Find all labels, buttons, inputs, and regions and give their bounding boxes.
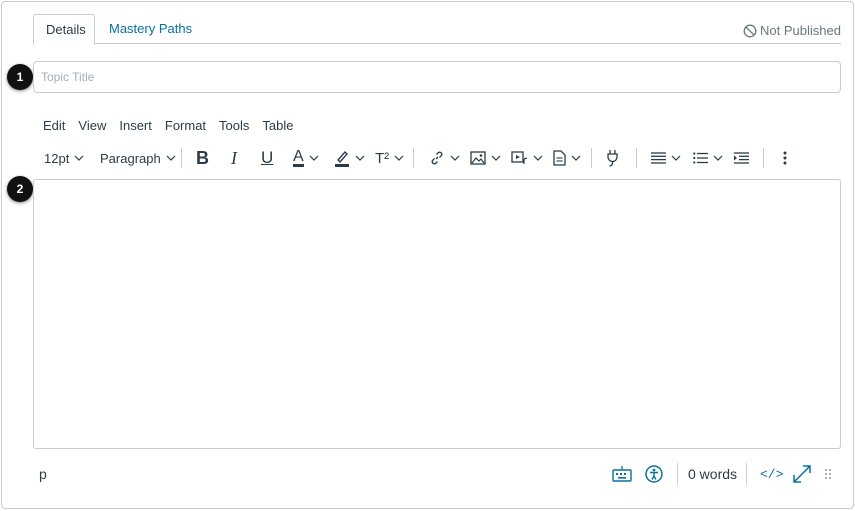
- callout-badge-2: 2: [7, 176, 33, 202]
- chevron-down-icon: [450, 155, 460, 161]
- statusbar-divider: [677, 463, 678, 485]
- statusbar-divider: [746, 463, 747, 485]
- chevron-down-icon: [74, 155, 84, 161]
- chevron-down-icon: [571, 155, 581, 161]
- chevron-down-icon: [533, 155, 543, 161]
- media-button[interactable]: [511, 146, 543, 170]
- document-button[interactable]: [553, 146, 581, 170]
- more-vertical-icon: [783, 151, 787, 165]
- link-icon: [431, 151, 443, 165]
- toolbar-divider: [636, 148, 637, 168]
- rich-content-editor-area[interactable]: [33, 179, 841, 449]
- fullscreen-button[interactable]: [792, 462, 812, 486]
- accessibility-icon: [645, 465, 663, 483]
- toolbar-divider: [591, 148, 592, 168]
- menu-edit[interactable]: Edit: [43, 118, 65, 133]
- chevron-down-icon: [491, 155, 501, 161]
- image-icon: [470, 151, 486, 165]
- chevron-down-icon: [166, 155, 176, 161]
- text-color-button[interactable]: A: [293, 146, 319, 170]
- not-published-icon: [743, 24, 757, 37]
- plug-icon: [607, 150, 618, 167]
- font-size-dropdown[interactable]: 12pt: [44, 146, 84, 170]
- tab-details[interactable]: Details: [33, 14, 95, 45]
- chevron-down-icon: [355, 155, 365, 161]
- editor-menubar: Edit View Insert Format Tools Table: [43, 118, 293, 133]
- more-options-button[interactable]: [783, 146, 787, 170]
- chevron-down-icon: [309, 155, 319, 161]
- publish-status: Not Published: [743, 23, 841, 38]
- resize-handle[interactable]: [825, 462, 831, 486]
- toolbar-divider: [181, 148, 182, 168]
- code-icon: </>: [760, 466, 784, 482]
- keyboard-icon: [612, 466, 632, 482]
- highlighter-icon: [335, 150, 349, 167]
- image-button[interactable]: [470, 146, 501, 170]
- word-count[interactable]: 0 words: [688, 462, 737, 486]
- font-size-value: 12pt: [44, 150, 70, 166]
- document-icon: [553, 150, 566, 166]
- highlight-color-button[interactable]: [334, 146, 365, 170]
- menu-insert[interactable]: Insert: [119, 118, 152, 133]
- italic-button[interactable]: I: [231, 146, 237, 170]
- text-color-icon: A: [293, 148, 304, 167]
- bold-button[interactable]: B: [196, 146, 209, 170]
- menu-format[interactable]: Format: [165, 118, 206, 133]
- apps-button[interactable]: [605, 146, 621, 170]
- accessibility-checker-button[interactable]: [645, 462, 663, 486]
- underline-button[interactable]: U: [261, 146, 273, 170]
- toolbar-divider: [413, 148, 414, 168]
- callout-badge-1: 1: [7, 64, 33, 90]
- link-button[interactable]: [429, 146, 460, 170]
- block-format-dropdown[interactable]: Paragraph: [100, 146, 176, 170]
- editor-statusbar: p 0 words </>: [33, 462, 841, 486]
- indent-button[interactable]: [734, 146, 749, 170]
- chevron-down-icon: [713, 155, 723, 161]
- bulleted-list-icon: [693, 152, 708, 164]
- tab-bar: Details Mastery Paths: [33, 14, 841, 45]
- list-button[interactable]: [693, 146, 723, 170]
- keyboard-shortcuts-button[interactable]: [612, 462, 632, 486]
- html-editor-toggle[interactable]: </>: [760, 462, 783, 486]
- align-left-icon: [651, 152, 666, 164]
- expand-icon: [793, 465, 811, 483]
- topic-title-input[interactable]: [33, 61, 841, 93]
- tab-mastery-paths[interactable]: Mastery Paths: [97, 14, 204, 44]
- indent-icon: [734, 152, 749, 164]
- publish-status-label: Not Published: [760, 23, 841, 38]
- element-path[interactable]: p: [39, 466, 47, 482]
- superscript-icon: T²: [375, 149, 390, 167]
- media-icon: [511, 151, 528, 164]
- toolbar-divider: [763, 148, 764, 168]
- word-count-label: 0 words: [688, 466, 738, 482]
- drag-grip-icon: [825, 469, 831, 479]
- menu-table[interactable]: Table: [262, 118, 293, 133]
- editor-toolbar: 12pt Paragraph B I U A T²: [44, 146, 844, 170]
- menu-view[interactable]: View: [78, 118, 106, 133]
- align-button[interactable]: [651, 146, 681, 170]
- block-format-value: Paragraph: [100, 150, 161, 166]
- menu-tools[interactable]: Tools: [219, 118, 249, 133]
- superscript-button[interactable]: T²: [375, 146, 404, 170]
- chevron-down-icon: [394, 155, 404, 161]
- chevron-down-icon: [671, 155, 681, 161]
